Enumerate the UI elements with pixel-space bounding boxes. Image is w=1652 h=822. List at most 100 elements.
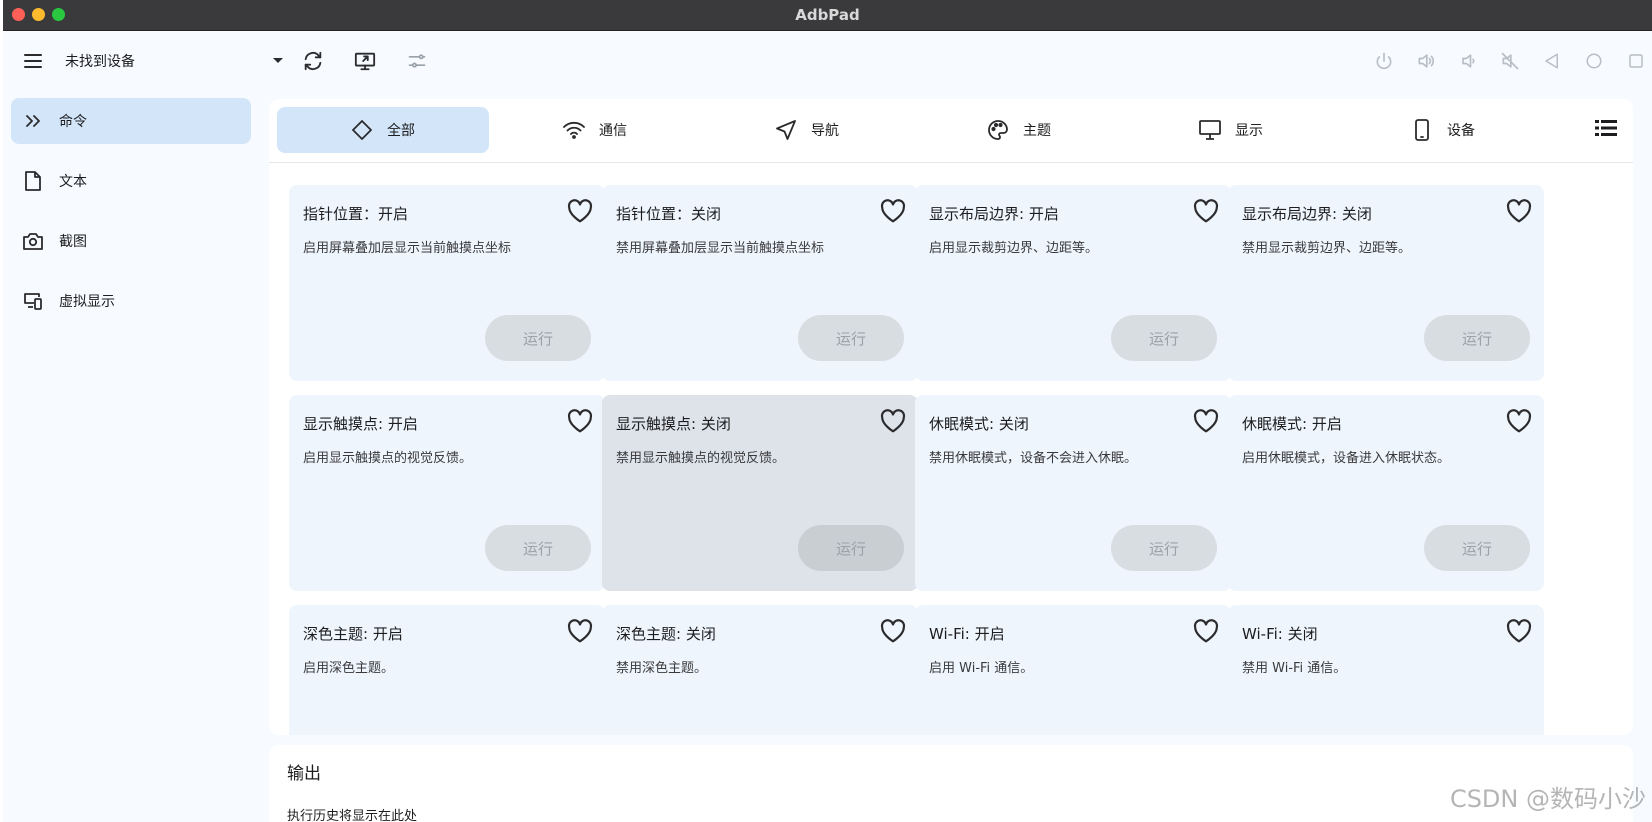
sidebar-item-screenshot[interactable]: 截图 [11, 218, 251, 264]
device-select-value: 未找到设备 [65, 54, 135, 70]
command-grid: 指针位置：开启 启用屏幕叠加层显示当前触摸点坐标 运行 指针位置：关闭 禁用屏幕… [289, 185, 1623, 735]
list-view-icon [1595, 120, 1617, 136]
heart-icon[interactable] [1506, 199, 1532, 223]
command-title: 指针位置：关闭 [616, 205, 722, 223]
command-title: Wi-Fi: 关闭 [1242, 625, 1318, 643]
run-button[interactable]: 运行 [1424, 315, 1530, 361]
command-card[interactable]: Wi-Fi: 开启 启用 Wi-Fi 通信。 运行 [915, 605, 1231, 735]
tab-label: 全部 [387, 123, 415, 139]
heart-icon[interactable] [567, 619, 593, 643]
wifi-icon [563, 119, 585, 141]
category-tabs: 全部 通信 导航 主题 显示 设备 [269, 99, 1633, 163]
tab-label: 导航 [811, 123, 839, 139]
tab-display[interactable]: 显示 [1125, 107, 1337, 153]
camera-icon [21, 229, 45, 253]
title-bar: AdbPad [3, 0, 1652, 31]
command-card[interactable]: Wi-Fi: 关闭 禁用 Wi-Fi 通信。 运行 [1228, 605, 1544, 735]
screen-mirror-button[interactable] [351, 47, 379, 75]
refresh-button[interactable] [299, 47, 327, 75]
devices-icon [21, 289, 45, 313]
diamond-icon [351, 119, 373, 141]
run-button[interactable]: 运行 [798, 315, 904, 361]
phone-icon [1411, 119, 1433, 141]
heart-icon[interactable] [1193, 619, 1219, 643]
tab-label: 显示 [1235, 123, 1263, 139]
volume-down-button[interactable] [1454, 47, 1482, 75]
hamburger-menu-icon [24, 54, 42, 68]
run-button[interactable]: 运行 [485, 525, 591, 571]
watermark: CSDN @数码小沙 [1449, 785, 1646, 813]
command-title: 休眠模式: 开启 [1242, 415, 1342, 433]
command-title: 显示布局边界: 关闭 [1242, 205, 1372, 223]
refresh-icon [304, 51, 322, 71]
sliders-icon [408, 54, 426, 68]
heart-icon[interactable] [880, 199, 906, 223]
run-button[interactable]: 运行 [798, 525, 904, 571]
command-card[interactable]: 深色主题: 关闭 禁用深色主题。 运行 [602, 605, 918, 735]
volume-down-icon [1462, 54, 1475, 68]
menu-button[interactable] [19, 47, 47, 75]
command-title: Wi-Fi: 开启 [929, 625, 1005, 643]
caret-down-icon [273, 58, 283, 63]
command-card[interactable]: 指针位置：关闭 禁用屏幕叠加层显示当前触摸点坐标 运行 [602, 185, 918, 381]
power-button[interactable] [1370, 47, 1398, 75]
command-card[interactable]: 显示触摸点: 关闭 禁用显示触摸点的视觉反馈。 运行 [602, 395, 918, 591]
command-description: 启用显示裁剪边界、边距等。 [929, 241, 1099, 256]
tab-device[interactable]: 设备 [1337, 107, 1549, 153]
sidebar-item-virtual-display[interactable]: 虚拟显示 [11, 278, 251, 324]
heart-icon[interactable] [1193, 409, 1219, 433]
sidebar-item-text[interactable]: 文本 [11, 158, 251, 204]
command-title: 深色主题: 关闭 [616, 625, 716, 643]
command-description: 禁用 Wi-Fi 通信。 [1242, 661, 1347, 676]
command-card[interactable]: 显示布局边界: 关闭 禁用显示裁剪边界、边距等。 运行 [1228, 185, 1544, 381]
power-icon [1376, 52, 1392, 70]
heart-icon[interactable] [1506, 409, 1532, 433]
command-title: 显示布局边界: 开启 [929, 205, 1059, 223]
command-card[interactable]: 显示触摸点: 开启 启用显示触摸点的视觉反馈。 运行 [289, 395, 605, 591]
back-button[interactable] [1538, 47, 1566, 75]
document-icon [21, 169, 45, 193]
navigation-icon [775, 119, 797, 141]
command-card[interactable]: 指针位置：开启 启用屏幕叠加层显示当前触摸点坐标 运行 [289, 185, 605, 381]
sidebar-item-commands[interactable]: 命令 [11, 98, 251, 144]
heart-icon[interactable] [880, 619, 906, 643]
command-description: 禁用休眠模式，设备不会进入休眠。 [929, 451, 1138, 466]
device-select[interactable]: 未找到设备 [65, 47, 285, 75]
recents-button[interactable] [1622, 47, 1650, 75]
tab-all[interactable]: 全部 [277, 107, 489, 153]
settings-sliders-button[interactable] [403, 47, 431, 75]
home-button[interactable] [1580, 47, 1608, 75]
mute-button[interactable] [1496, 47, 1524, 75]
tab-communication[interactable]: 通信 [489, 107, 701, 153]
sidebar: 命令 文本 截图 虚拟显示 [11, 98, 251, 338]
heart-icon[interactable] [1193, 199, 1219, 223]
heart-icon[interactable] [567, 409, 593, 433]
command-card[interactable]: 休眠模式: 开启 启用休眠模式，设备进入休眠状态。 运行 [1228, 395, 1544, 591]
recents-square-icon [1629, 54, 1643, 68]
run-button[interactable]: 运行 [1424, 525, 1530, 571]
command-card[interactable]: 显示布局边界: 开启 启用显示裁剪边界、边距等。 运行 [915, 185, 1231, 381]
run-button[interactable]: 运行 [1111, 315, 1217, 361]
command-description: 启用显示触摸点的视觉反馈。 [303, 451, 473, 466]
heart-icon[interactable] [567, 199, 593, 223]
tab-theme[interactable]: 主题 [913, 107, 1125, 153]
toolbar: 未找到设备 [3, 31, 1652, 91]
volume-mute-icon [1501, 52, 1519, 70]
command-card[interactable]: 深色主题: 开启 启用深色主题。 运行 [289, 605, 605, 735]
command-description: 禁用显示触摸点的视觉反馈。 [616, 451, 786, 466]
screen-share-icon [354, 52, 376, 71]
command-description: 启用屏幕叠加层显示当前触摸点坐标 [303, 241, 512, 256]
run-button[interactable]: 运行 [1111, 525, 1217, 571]
heart-icon[interactable] [1506, 619, 1532, 643]
volume-up-button[interactable] [1412, 47, 1440, 75]
command-card[interactable]: 休眠模式: 关闭 禁用休眠模式，设备不会进入休眠。 运行 [915, 395, 1231, 591]
run-button[interactable]: 运行 [485, 315, 591, 361]
back-triangle-icon [1545, 53, 1558, 69]
heart-icon[interactable] [880, 409, 906, 433]
tab-navigation[interactable]: 导航 [701, 107, 913, 153]
command-title: 显示触摸点: 关闭 [616, 415, 731, 433]
tab-label: 设备 [1447, 123, 1475, 139]
list-view-toggle[interactable] [1595, 119, 1619, 143]
sidebar-item-label: 文本 [59, 174, 87, 190]
output-title: 输出 [287, 764, 321, 784]
